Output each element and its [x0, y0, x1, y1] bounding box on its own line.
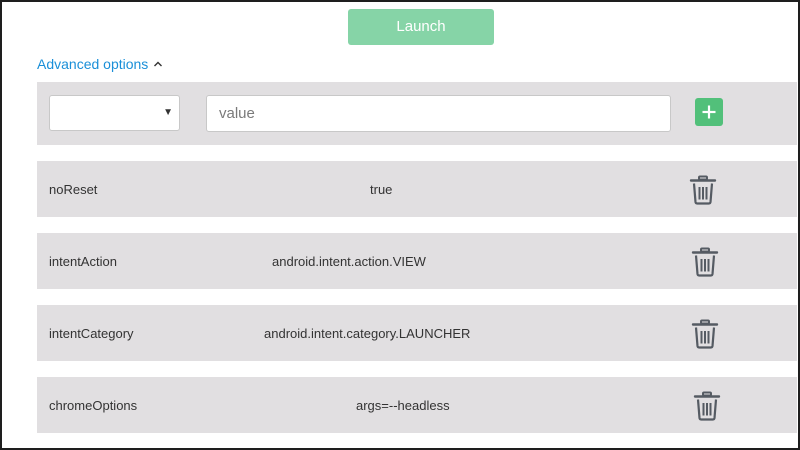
capability-row: noReset true [37, 161, 797, 217]
trash-icon[interactable] [691, 247, 719, 277]
capability-row: chromeOptions args=--headless [37, 377, 797, 433]
chevron-up-icon [154, 61, 163, 67]
advanced-options-label: Advanced options [37, 56, 149, 72]
capability-type-select[interactable]: ▼ [49, 95, 180, 131]
capability-name: noReset [49, 181, 98, 197]
capability-name: chromeOptions [49, 397, 138, 413]
capability-name: intentCategory [49, 325, 134, 341]
dropdown-arrow-icon: ▼ [163, 107, 173, 118]
capability-value: args=--headless [356, 397, 450, 413]
capability-row: intentCategory android.intent.category.L… [37, 305, 797, 361]
capability-value-input[interactable] [206, 95, 671, 132]
plus-icon [702, 105, 716, 119]
new-capability-row: ▼ [37, 82, 797, 145]
session-panel: Launch Advanced options ▼ noReset true [0, 0, 800, 450]
capability-value: android.intent.action.VIEW [272, 253, 426, 269]
capability-row: intentAction android.intent.action.VIEW [37, 233, 797, 289]
advanced-options-toggle[interactable]: Advanced options [37, 55, 163, 73]
capability-value: true [370, 181, 393, 197]
trash-icon[interactable] [691, 319, 719, 349]
trash-icon[interactable] [693, 391, 721, 421]
trash-icon[interactable] [689, 175, 717, 205]
add-capability-button[interactable] [695, 98, 723, 126]
launch-button[interactable]: Launch [348, 9, 494, 45]
capability-name: intentAction [49, 253, 117, 269]
capability-value: android.intent.category.LAUNCHER [264, 325, 471, 341]
